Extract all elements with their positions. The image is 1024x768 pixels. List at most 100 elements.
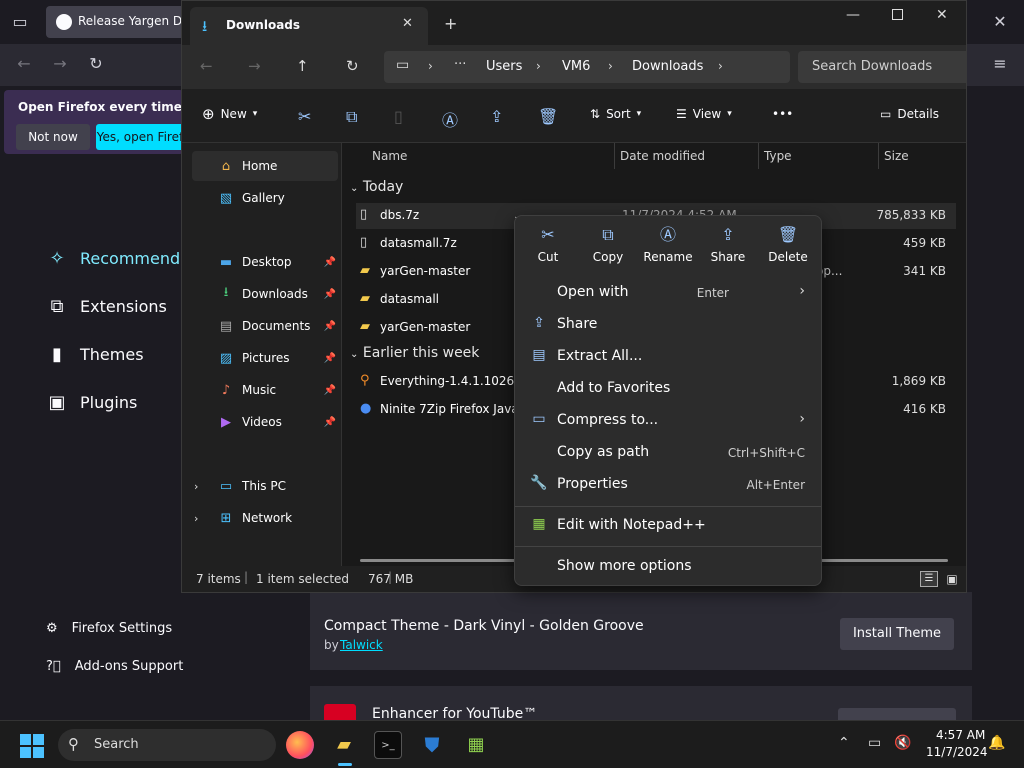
pin-icon[interactable]: 📌 xyxy=(324,417,336,428)
menu-item-edit-with-notepad[interactable]: ▦ Edit with Notepad++ xyxy=(519,510,819,542)
nav-item-documents[interactable]: ▤ Documents 📌 xyxy=(192,311,338,341)
menu-item-open-with[interactable]: Open with Enter › xyxy=(519,277,819,309)
share-icon[interactable]: ⇪ xyxy=(490,107,503,126)
sidebar-item-extensions[interactable]: ⧉ Extensions xyxy=(46,291,167,321)
file-explorer-icon[interactable]: ▰ xyxy=(330,731,358,759)
defender-shield-icon[interactable]: ⛊ xyxy=(418,731,446,759)
tab-list-icon[interactable]: ▭ xyxy=(8,12,32,32)
expand-chevron-icon[interactable]: › xyxy=(194,512,198,525)
more-options-icon[interactable]: ••• xyxy=(772,107,793,121)
nav-item-network[interactable]: › ⊞ Network xyxy=(192,503,338,533)
copy-icon[interactable]: ⧉ xyxy=(346,107,357,127)
column-size[interactable]: Size xyxy=(884,149,909,163)
cut-icon[interactable]: ✂ xyxy=(298,107,311,126)
install-theme-button[interactable]: Install Theme xyxy=(840,618,954,650)
addons-support-link[interactable]: ?⃝ Add-ons Support xyxy=(46,656,183,676)
column-type[interactable]: Type xyxy=(764,149,792,163)
context-copy-button[interactable]: ⧉ Copy xyxy=(579,224,637,264)
theme-author-link[interactable]: Talwick xyxy=(340,638,383,652)
explorer-tab[interactable]: ⭳ Downloads ✕ xyxy=(190,7,428,45)
sidebar-item-recommendations[interactable]: ✧ Recommendat xyxy=(46,243,196,273)
terminal-icon[interactable]: >_ xyxy=(374,731,402,759)
breadcrumb-vm6[interactable]: VM6 xyxy=(562,59,590,74)
new-tab-icon[interactable]: + xyxy=(444,14,457,33)
paste-icon[interactable]: ▯ xyxy=(394,107,403,126)
nav-item-this-pc[interactable]: › ▭ This PC xyxy=(192,471,338,501)
expand-chevron-icon[interactable]: › xyxy=(194,480,198,493)
maximize-icon[interactable] xyxy=(892,9,903,20)
forward-icon[interactable]: → xyxy=(248,57,261,75)
firefox-icon[interactable] xyxy=(286,731,314,759)
details-view-icon[interactable]: ☰ xyxy=(920,571,938,587)
context-rename-button[interactable]: Ⓐ Rename xyxy=(639,224,697,264)
notification-bell-icon[interactable]: 🔔 xyxy=(988,735,1005,751)
menu-item-add-to-favorites[interactable]: Add to Favorites xyxy=(519,373,819,405)
overflow-icon[interactable]: ··· xyxy=(454,57,466,72)
not-now-button[interactable]: Not now xyxy=(16,124,90,150)
pin-icon[interactable]: 📌 xyxy=(324,289,336,300)
firefox-tab[interactable]: Release Yargen Data xyxy=(46,6,202,38)
column-date-modified[interactable]: Date modified xyxy=(620,149,705,163)
rename-icon[interactable]: Ⓐ xyxy=(442,107,458,131)
nav-item-videos[interactable]: ▶ Videos 📌 xyxy=(192,407,338,437)
sidebar-item-themes[interactable]: ▮ Themes xyxy=(46,339,143,369)
column-name[interactable]: Name xyxy=(372,149,407,163)
nav-item-gallery[interactable]: ▧ Gallery xyxy=(192,183,338,213)
sort-button[interactable]: ⇅ Sort ▾ xyxy=(590,107,641,121)
details-button[interactable]: ▭ Details xyxy=(880,107,939,121)
nav-item-pictures[interactable]: ▨ Pictures 📌 xyxy=(192,343,338,373)
pin-icon[interactable]: 📌 xyxy=(324,353,336,364)
menu-item-extract-all[interactable]: ▤ Extract All... xyxy=(519,341,819,373)
column-separator[interactable] xyxy=(758,143,759,169)
close-window-icon[interactable]: ✕ xyxy=(936,7,948,23)
taskbar-search-input[interactable]: ⚲ Search xyxy=(58,729,276,761)
tiles-view-icon[interactable]: ▣ xyxy=(944,571,960,587)
nav-item-downloads[interactable]: ⭳ Downloads 📌 xyxy=(192,279,338,309)
forward-icon[interactable]: → xyxy=(48,54,72,74)
volume-muted-icon[interactable]: 🔇 xyxy=(894,735,911,751)
clock-time[interactable]: 4:57 AM xyxy=(936,728,985,742)
view-button[interactable]: ☰ View ▾ xyxy=(676,107,732,121)
breadcrumb-downloads[interactable]: Downloads xyxy=(632,59,703,74)
minimize-icon[interactable]: — xyxy=(846,7,860,23)
context-share-button[interactable]: ⇪ Share xyxy=(699,224,757,264)
breadcrumb-users[interactable]: Users xyxy=(486,59,522,74)
pin-icon[interactable]: 📌 xyxy=(324,257,336,268)
pin-icon[interactable]: 📌 xyxy=(324,385,336,396)
nav-item-music[interactable]: ♪ Music 📌 xyxy=(192,375,338,405)
open-firefox-button[interactable]: Yes, open Firef xyxy=(96,124,184,150)
delete-icon[interactable]: 🗑 xyxy=(538,107,558,126)
column-separator[interactable] xyxy=(878,143,879,169)
network-status-icon[interactable]: ▭ xyxy=(868,735,881,751)
search-input[interactable]: Search Downloads xyxy=(798,51,966,83)
group-header-today[interactable]: ⌄ Today xyxy=(350,179,403,195)
menu-item-share[interactable]: ⇪ Share xyxy=(519,309,819,341)
clock-date[interactable]: 11/7/2024 xyxy=(926,745,988,759)
sidebar-item-plugins[interactable]: ▣ Plugins xyxy=(46,387,137,417)
back-icon[interactable]: ← xyxy=(200,57,213,75)
context-cut-button[interactable]: ✂ Cut xyxy=(519,224,577,264)
back-icon[interactable]: ← xyxy=(12,54,36,74)
menu-icon[interactable]: ≡ xyxy=(988,54,1012,74)
menu-item-copy-as-path[interactable]: Copy as path Ctrl+Shift+C xyxy=(519,437,819,469)
menu-item-properties[interactable]: 🔧 Properties Alt+Enter xyxy=(519,469,819,501)
pin-icon[interactable]: 📌 xyxy=(324,321,336,332)
up-icon[interactable]: ↑ xyxy=(296,57,309,75)
menu-item-compress-to[interactable]: ▭ Compress to... › xyxy=(519,405,819,437)
refresh-icon[interactable]: ↻ xyxy=(346,57,359,75)
firefox-settings-link[interactable]: ⚙ Firefox Settings xyxy=(46,618,172,638)
start-button[interactable] xyxy=(20,734,44,758)
new-button[interactable]: ⊕ New ▾ xyxy=(202,105,257,123)
close-tab-icon[interactable]: ✕ xyxy=(402,16,413,31)
notepad-plus-plus-icon[interactable]: ▦ xyxy=(462,731,490,759)
reload-icon[interactable]: ↻ xyxy=(84,54,108,74)
column-separator[interactable] xyxy=(614,143,615,169)
group-header-earlier-this-week[interactable]: ⌄ Earlier this week xyxy=(350,345,479,361)
chevron-up-icon[interactable]: ⌃ xyxy=(838,735,850,751)
menu-item-show-more-options[interactable]: Show more options xyxy=(519,551,819,583)
computer-icon[interactable]: ▭ xyxy=(396,57,409,73)
nav-item-home[interactable]: ⌂ Home xyxy=(192,151,338,181)
close-icon[interactable]: ✕ xyxy=(988,12,1012,32)
context-delete-button[interactable]: 🗑 Delete xyxy=(759,224,817,264)
nav-item-desktop[interactable]: ▬ Desktop 📌 xyxy=(192,247,338,277)
